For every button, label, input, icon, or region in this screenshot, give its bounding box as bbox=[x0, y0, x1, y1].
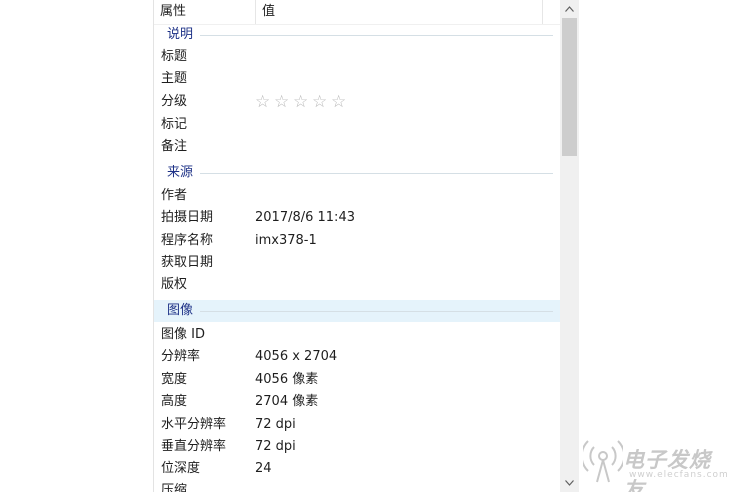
group-description[interactable]: 说明 bbox=[154, 24, 563, 46]
star-icon[interactable]: ☆ bbox=[274, 91, 293, 113]
property-name: 位深度 bbox=[161, 461, 201, 476]
property-name: 拍摄日期 bbox=[161, 210, 214, 225]
star-icon[interactable]: ☆ bbox=[331, 91, 350, 113]
property-row[interactable]: 分辨率 4056 x 2704 bbox=[154, 346, 563, 368]
property-value[interactable]: 2704 像素 bbox=[255, 391, 318, 413]
property-name: 宽度 bbox=[161, 372, 188, 387]
property-name: 图像 ID bbox=[161, 327, 205, 342]
property-row-rating[interactable]: 分级 ☆ ☆ ☆ ☆ ☆ bbox=[154, 91, 563, 113]
property-name: 标记 bbox=[161, 117, 188, 132]
group-divider bbox=[200, 35, 553, 36]
property-value[interactable]: 24 bbox=[255, 458, 272, 480]
watermark-logo: 电子发烧友 www.elecfans.com bbox=[583, 432, 728, 492]
property-row[interactable]: 垂直分辨率 72 dpi bbox=[154, 436, 563, 458]
property-name: 分辨率 bbox=[161, 349, 201, 364]
property-row[interactable]: 备注 bbox=[154, 136, 563, 158]
watermark-text: 电子发烧友 bbox=[623, 447, 711, 492]
group-origin[interactable]: 来源 bbox=[154, 162, 563, 184]
property-row[interactable]: 压缩 bbox=[154, 480, 563, 492]
property-name: 垂直分辨率 bbox=[161, 439, 227, 454]
property-row[interactable]: 程序名称 imx378-1 bbox=[154, 230, 563, 252]
property-name: 版权 bbox=[161, 277, 188, 292]
vertical-scrollbar[interactable] bbox=[560, 0, 579, 492]
group-title: 说明 bbox=[167, 27, 194, 42]
chevron-up-icon[interactable] bbox=[560, 0, 579, 17]
property-value[interactable]: 72 dpi bbox=[255, 436, 296, 458]
radio-tower-icon bbox=[583, 440, 623, 483]
property-value[interactable]: 2017/8/6 11:43 bbox=[255, 207, 355, 229]
property-name: 分级 bbox=[161, 94, 188, 109]
property-name: 高度 bbox=[161, 394, 188, 409]
value-column-header[interactable]: 值 bbox=[255, 0, 552, 24]
property-name: 水平分辨率 bbox=[161, 417, 227, 432]
column-header: 属性 值 bbox=[154, 0, 563, 25]
property-name: 标题 bbox=[161, 49, 188, 64]
property-value[interactable]: 4056 像素 bbox=[255, 369, 318, 391]
property-name: 程序名称 bbox=[161, 233, 214, 248]
property-name: 压缩 bbox=[161, 483, 188, 492]
property-row[interactable]: 位深度 24 bbox=[154, 458, 563, 480]
property-name: 主题 bbox=[161, 71, 188, 86]
watermark-url: www.elecfans.com bbox=[629, 470, 729, 480]
group-image[interactable]: 图像 bbox=[154, 300, 563, 322]
group-title: 来源 bbox=[167, 165, 194, 180]
group-title: 图像 bbox=[167, 303, 194, 318]
property-row[interactable]: 版权 bbox=[154, 274, 563, 296]
property-row[interactable]: 获取日期 bbox=[154, 252, 563, 274]
property-value[interactable]: 4056 x 2704 bbox=[255, 346, 337, 368]
property-name: 备注 bbox=[161, 139, 188, 154]
property-value[interactable]: 72 dpi bbox=[255, 414, 296, 436]
properties-dialog: 属性 值 说明 标题 主题 分级 ☆ ☆ ☆ ☆ ☆ 标记 备注 来源 作者 拍… bbox=[0, 0, 730, 492]
group-divider bbox=[200, 311, 553, 312]
property-row[interactable]: 拍摄日期 2017/8/6 11:43 bbox=[154, 207, 563, 229]
property-row[interactable]: 作者 bbox=[154, 185, 563, 207]
details-panel: 属性 值 说明 标题 主题 分级 ☆ ☆ ☆ ☆ ☆ 标记 备注 来源 作者 拍… bbox=[153, 0, 581, 492]
scrollbar-thumb[interactable] bbox=[562, 18, 577, 156]
star-icon[interactable]: ☆ bbox=[255, 91, 274, 113]
rating-stars[interactable]: ☆ ☆ ☆ ☆ ☆ bbox=[255, 91, 350, 113]
property-list[interactable]: 属性 值 说明 标题 主题 分级 ☆ ☆ ☆ ☆ ☆ 标记 备注 来源 作者 拍… bbox=[154, 0, 563, 492]
property-row[interactable]: 图像 ID bbox=[154, 324, 563, 346]
property-row[interactable]: 水平分辨率 72 dpi bbox=[154, 414, 563, 436]
column-divider bbox=[542, 0, 543, 24]
group-divider bbox=[200, 173, 553, 174]
property-column-header[interactable]: 属性 bbox=[160, 0, 246, 24]
property-row[interactable]: 高度 2704 像素 bbox=[154, 391, 563, 413]
star-icon[interactable]: ☆ bbox=[293, 91, 312, 113]
property-row[interactable]: 主题 bbox=[154, 68, 563, 90]
property-name: 获取日期 bbox=[161, 255, 214, 270]
property-value[interactable]: imx378-1 bbox=[255, 230, 317, 252]
chevron-down-icon[interactable] bbox=[560, 475, 579, 492]
star-icon[interactable]: ☆ bbox=[312, 91, 331, 113]
property-row[interactable]: 标题 bbox=[154, 46, 563, 68]
property-name: 作者 bbox=[161, 188, 188, 203]
property-row[interactable]: 宽度 4056 像素 bbox=[154, 369, 563, 391]
property-row[interactable]: 标记 bbox=[154, 114, 563, 136]
